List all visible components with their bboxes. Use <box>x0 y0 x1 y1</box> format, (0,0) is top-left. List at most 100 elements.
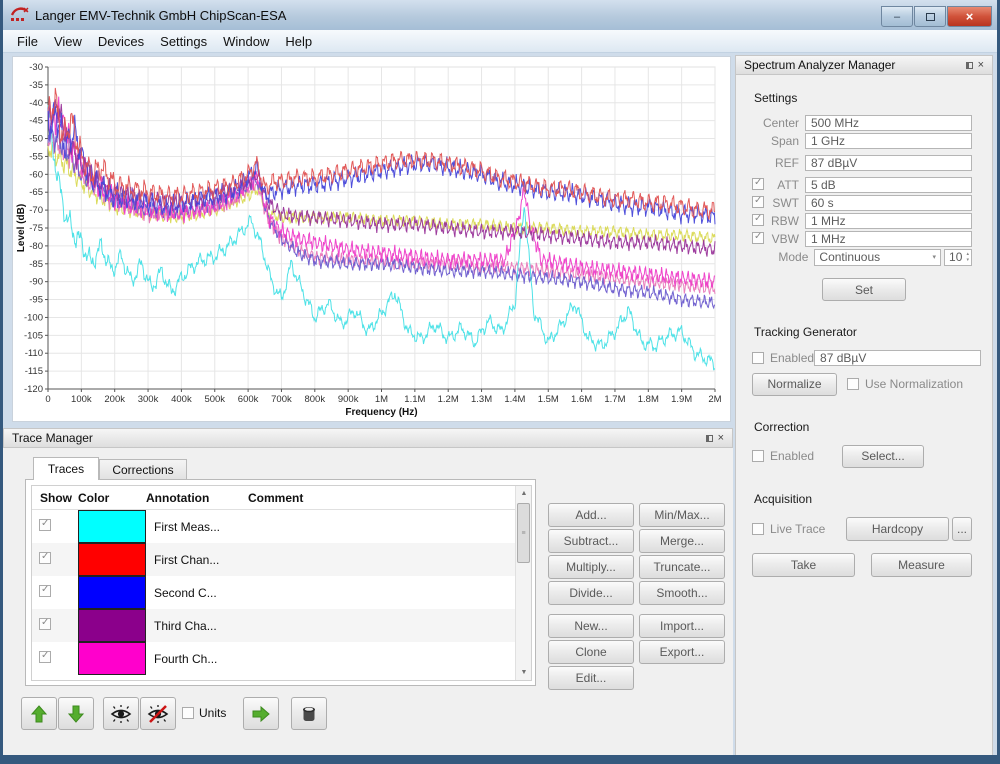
trace-color-swatch[interactable] <box>78 576 146 609</box>
close-button[interactable]: × <box>947 6 992 27</box>
show-all-button[interactable] <box>103 697 139 730</box>
correction-enabled-checkbox[interactable] <box>752 450 764 462</box>
tab-traces[interactable]: Traces <box>33 457 99 480</box>
trace-annotation: First Meas... <box>146 520 220 534</box>
rbw-input[interactable] <box>805 213 972 229</box>
tg-enabled-checkbox[interactable] <box>752 352 764 364</box>
minmax-button[interactable]: Min/Max... <box>639 503 725 527</box>
panel-close-icon[interactable]: × <box>978 61 984 69</box>
vbw-input[interactable] <box>805 231 972 247</box>
scrollbar-thumb[interactable]: ≡ <box>517 503 530 563</box>
use-normalization-checkbox[interactable] <box>847 378 859 390</box>
menu-window[interactable]: Window <box>215 31 277 52</box>
vbw-checkbox[interactable] <box>752 232 764 244</box>
spectrum-chart: 0100k200k300k400k500k600k700k800k900k1M1… <box>13 57 730 421</box>
hide-all-button[interactable] <box>140 697 176 730</box>
add-button[interactable]: Add... <box>548 503 634 527</box>
take-button[interactable]: Take <box>752 553 855 577</box>
table-scrollbar[interactable]: ▲ ≡ ▼ <box>515 486 531 680</box>
panel-close-icon[interactable]: × <box>718 434 724 442</box>
svg-text:1.1M: 1.1M <box>404 394 425 405</box>
tab-corrections[interactable]: Corrections <box>99 459 187 480</box>
menu-file[interactable]: File <box>9 31 46 52</box>
trace-manager-header: Trace Manager × <box>3 428 733 448</box>
normalize-button[interactable]: Normalize <box>752 373 837 396</box>
swt-checkbox[interactable] <box>752 196 764 208</box>
menu-devices[interactable]: Devices <box>90 31 152 52</box>
show-checkbox[interactable] <box>39 651 51 663</box>
set-button[interactable]: Set <box>822 278 906 301</box>
spinner-arrows-icon[interactable]: ▴▾ <box>967 251 970 263</box>
live-trace-checkbox[interactable] <box>752 523 764 535</box>
pin-icon[interactable] <box>966 62 973 69</box>
ref-input[interactable] <box>805 155 972 171</box>
move-down-button[interactable] <box>58 697 94 730</box>
scroll-down-icon[interactable]: ▼ <box>516 665 532 680</box>
edit-button[interactable]: Edit... <box>548 666 634 690</box>
att-input[interactable] <box>805 177 972 193</box>
smooth-button[interactable]: Smooth... <box>639 581 725 605</box>
table-header: Show Color Annotation Comment <box>32 486 531 510</box>
table-row[interactable]: Third Cha... <box>32 609 531 642</box>
trace-annotation: First Chan... <box>146 553 219 567</box>
move-up-button[interactable] <box>21 697 57 730</box>
table-row[interactable]: Fourth Ch... <box>32 642 531 675</box>
trace-annotation: Fourth Ch... <box>146 652 217 666</box>
svg-text:-95: -95 <box>29 295 43 306</box>
center-input[interactable] <box>805 115 972 131</box>
trace-color-swatch[interactable] <box>78 510 146 543</box>
svg-text:-30: -30 <box>29 62 43 73</box>
measure-button[interactable]: Measure <box>871 553 972 577</box>
swt-input[interactable] <box>805 195 972 211</box>
mode-dropdown[interactable]: Continuous ▾ <box>814 249 941 266</box>
trace-color-swatch[interactable] <box>78 543 146 576</box>
menu-view[interactable]: View <box>46 31 90 52</box>
export-button[interactable]: Export... <box>639 640 725 664</box>
table-row[interactable]: Second C... <box>32 576 531 609</box>
hardcopy-button[interactable]: Hardcopy <box>846 517 949 541</box>
truncate-button[interactable]: Truncate... <box>639 555 725 579</box>
app-window: Langer EMV-Technik GmbH ChipScan-ESA – ×… <box>0 0 1000 764</box>
correction-select-button[interactable]: Select... <box>842 445 924 468</box>
acquisition-heading: Acquisition <box>754 492 972 506</box>
table-row[interactable]: First Chan... <box>32 543 531 576</box>
svg-text:-65: -65 <box>29 187 43 198</box>
new-button[interactable]: New... <box>548 614 634 638</box>
eye-icon <box>109 704 133 724</box>
menu-settings[interactable]: Settings <box>152 31 215 52</box>
svg-text:1.5M: 1.5M <box>538 394 559 405</box>
svg-text:1M: 1M <box>375 394 388 405</box>
trace-color-swatch[interactable] <box>78 642 146 675</box>
show-checkbox[interactable] <box>39 618 51 630</box>
import-button[interactable]: Import... <box>639 614 725 638</box>
apply-button[interactable] <box>243 697 279 730</box>
menu-help[interactable]: Help <box>277 31 320 52</box>
scroll-up-icon[interactable]: ▲ <box>516 486 532 501</box>
show-checkbox[interactable] <box>39 519 51 531</box>
att-checkbox[interactable] <box>752 178 764 190</box>
show-checkbox[interactable] <box>39 585 51 597</box>
maximize-button[interactable] <box>914 6 946 27</box>
svg-text:-60: -60 <box>29 169 43 180</box>
svg-text:Level (dB): Level (dB) <box>16 204 27 252</box>
table-row[interactable]: First Meas... <box>32 510 531 543</box>
tg-normalize-row: Normalize Use Normalization <box>752 372 972 396</box>
tg-enabled-row: Enabled <box>752 349 972 367</box>
svg-text:-75: -75 <box>29 223 43 234</box>
rbw-checkbox[interactable] <box>752 214 764 226</box>
trace-color-swatch[interactable] <box>78 609 146 642</box>
subtract-button[interactable]: Subtract... <box>548 529 634 553</box>
divide-button[interactable]: Divide... <box>548 581 634 605</box>
minimize-button[interactable]: – <box>881 6 913 27</box>
count-spinner[interactable]: 10 ▴▾ <box>944 249 972 266</box>
merge-button[interactable]: Merge... <box>639 529 725 553</box>
pin-icon[interactable] <box>706 435 713 442</box>
hardcopy-more-button[interactable]: ... <box>952 517 972 541</box>
multiply-button[interactable]: Multiply... <box>548 555 634 579</box>
units-checkbox[interactable] <box>182 707 194 719</box>
tg-level-input[interactable] <box>814 350 981 366</box>
show-checkbox[interactable] <box>39 552 51 564</box>
clone-button[interactable]: Clone <box>548 640 634 664</box>
delete-trace-button[interactable] <box>291 697 327 730</box>
span-input[interactable] <box>805 133 972 149</box>
